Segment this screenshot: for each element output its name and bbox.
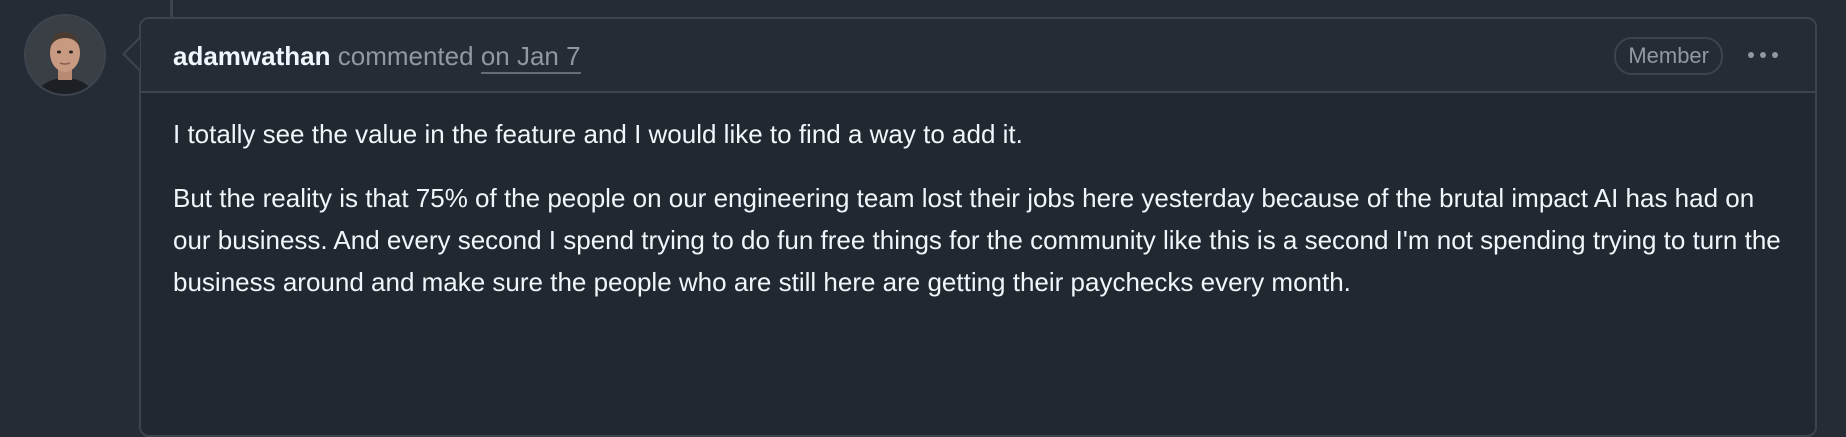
comment-paragraph: But the reality is that 75% of the peopl… bbox=[173, 183, 1781, 297]
comment-timestamp-link[interactable]: on Jan 7 bbox=[480, 41, 581, 74]
comment-meta: adamwathan commented on Jan 7 bbox=[173, 40, 581, 74]
comment-header: adamwathan commented on Jan 7 Member bbox=[141, 19, 1815, 93]
author-avatar[interactable] bbox=[24, 14, 106, 96]
author-link[interactable]: adamwathan bbox=[173, 41, 331, 71]
comment-card: adamwathan commented on Jan 7 Member I t… bbox=[139, 17, 1817, 437]
user-avatar-icon bbox=[26, 16, 104, 94]
comment-paragraph: I totally see the value in the feature a… bbox=[173, 119, 1023, 149]
comment-body: I totally see the value in the feature a… bbox=[173, 113, 1783, 325]
comment-caret-fill bbox=[125, 39, 140, 69]
member-badge: Member bbox=[1614, 37, 1723, 75]
kebab-horizontal-icon[interactable] bbox=[1743, 41, 1783, 69]
comment-action: commented bbox=[337, 41, 474, 71]
